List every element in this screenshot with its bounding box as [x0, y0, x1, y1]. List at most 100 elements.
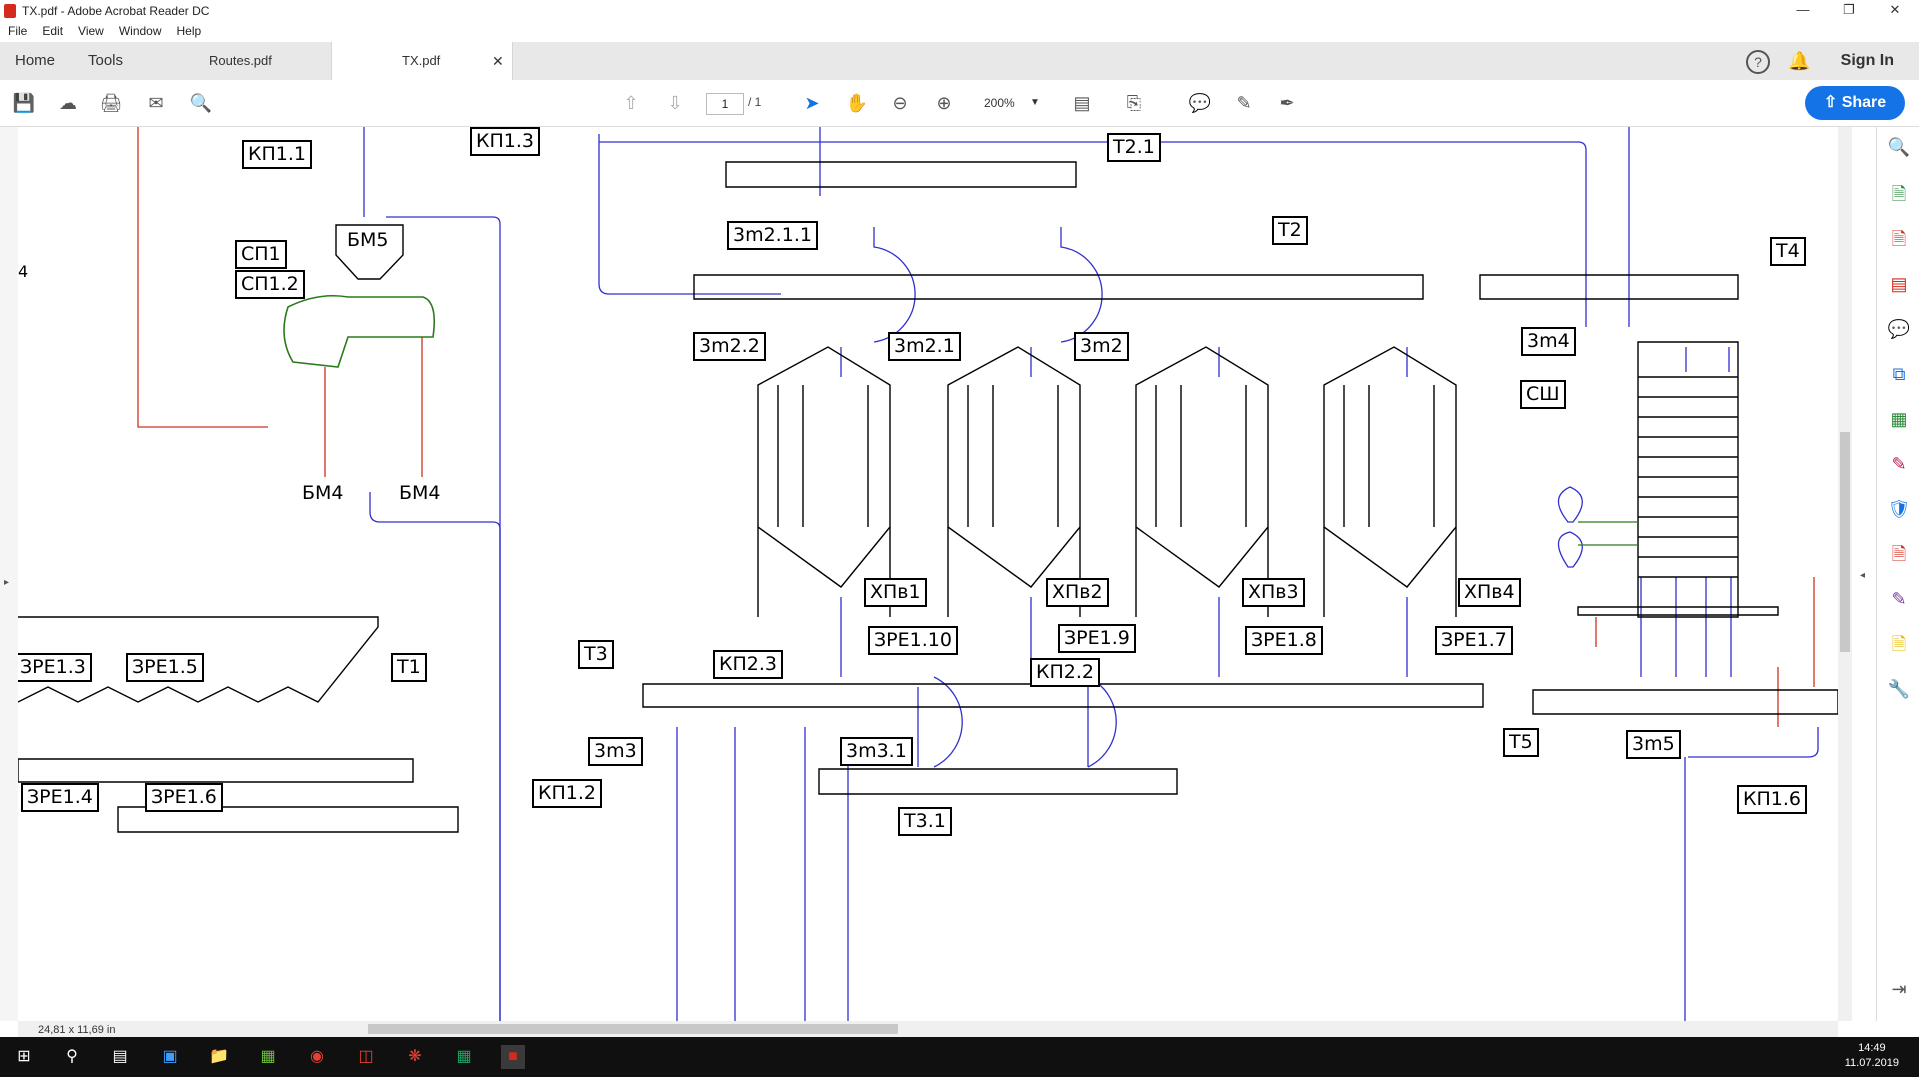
label-zm31: 3m3.1 — [840, 737, 913, 766]
app-green-icon[interactable]: ▦ — [256, 1045, 280, 1069]
label-t1: Т1 — [391, 653, 427, 682]
label-zre13: ЗРЕ1.3 — [18, 653, 92, 682]
select-cursor-icon[interactable]: ➤ — [800, 91, 824, 115]
label-zre15: ЗРЕ1.5 — [126, 653, 204, 682]
file-explorer-icon[interactable]: 📁 — [207, 1045, 231, 1069]
menu-help[interactable]: Help — [169, 22, 209, 38]
label-zm3: 3m3 — [588, 737, 643, 766]
page-fit-icon[interactable]: ▤ — [1070, 91, 1094, 115]
task-view-icon[interactable]: ▤ — [108, 1045, 132, 1069]
horizontal-scroll-thumb[interactable] — [368, 1024, 898, 1034]
label-zm2: 3m2 — [1074, 332, 1129, 361]
label-zre14: ЗРЕ1.4 — [21, 783, 99, 812]
taskbar-search-icon[interactable]: ⚲ — [60, 1045, 84, 1069]
export-pdf-icon[interactable]: 🗎 — [1887, 182, 1911, 206]
email-icon[interactable]: ✉ — [144, 91, 168, 115]
toolbar: 💾 ☁ 🖨 ✉ 🔍 ⇧ ⇩ 1 / 1 ➤ ✋ ⊖ ⊕ 200% ▼ ▤ ⎘ 💬… — [0, 80, 1919, 127]
label-hpv1: ХПв1 — [864, 578, 927, 607]
label-zm22: 3m2.2 — [693, 332, 766, 361]
vertical-scrollbar[interactable] — [1838, 127, 1852, 1021]
app-monitor-icon[interactable]: ▣ — [158, 1045, 182, 1069]
organize-pages-icon[interactable]: ▦ — [1887, 407, 1911, 431]
combine-files-icon[interactable]: ⧉ — [1887, 362, 1911, 386]
label-ssh: СШ — [1520, 380, 1566, 409]
pdf-convert-icon[interactable]: 🗎 — [1887, 542, 1911, 566]
zoom-out-icon[interactable]: ⊖ — [888, 91, 912, 115]
help-icon[interactable]: ? — [1746, 50, 1770, 74]
tab-tools[interactable]: Tools — [88, 52, 123, 69]
app-red-blue-icon[interactable]: ◫ — [354, 1045, 378, 1069]
more-tools-wrench-icon[interactable]: 🔧 — [1887, 677, 1911, 701]
save-icon[interactable]: 💾 — [12, 91, 36, 115]
menu-edit[interactable]: Edit — [34, 22, 70, 38]
print-icon[interactable]: 🖨 — [99, 91, 123, 115]
label-t3: Т3 — [578, 640, 614, 669]
label-zm5: 3m5 — [1626, 730, 1681, 759]
system-clock[interactable]: 14:49 11.07.2019 — [1845, 1041, 1899, 1071]
zoom-search-icon[interactable]: 🔍 — [1887, 135, 1911, 159]
label-bm4-left: БМ4 — [302, 482, 344, 504]
menu-window[interactable]: Window — [111, 22, 169, 38]
search-icon[interactable]: 🔍 — [189, 91, 213, 115]
create-pdf-icon[interactable]: 🗎 — [1887, 227, 1911, 251]
chevron-down-icon: ▼ — [1030, 97, 1040, 108]
label-sp1: СП1 — [235, 240, 287, 269]
chrome-icon[interactable]: ◉ — [305, 1045, 329, 1069]
hand-tool-icon[interactable]: ✋ — [845, 91, 869, 115]
document-canvas[interactable]: КП1.1 КП1.3 БМ5 СП1 СП1.2 Т2.1 3m2.1.1 Т… — [18, 127, 1838, 1021]
previous-page-icon[interactable]: ⇧ — [619, 91, 643, 115]
restore-button[interactable]: ❐ — [1826, 0, 1872, 22]
comment-icon[interactable]: 💬 — [1188, 91, 1212, 115]
page-number-input[interactable]: 1 — [706, 93, 744, 115]
minimize-button[interactable]: — — [1780, 0, 1826, 22]
zoom-level-select[interactable]: 200% ▼ — [970, 93, 1040, 113]
comment-tool-icon[interactable]: 💬 — [1887, 317, 1911, 341]
tab-routes-label: Routes.pdf — [209, 53, 272, 68]
send-signature-icon[interactable]: ✎ — [1887, 587, 1911, 611]
horizontal-scrollbar[interactable] — [18, 1021, 1838, 1037]
edit-pdf-icon[interactable]: ▤ — [1887, 272, 1911, 296]
left-panel-edge[interactable]: ▸ — [0, 127, 18, 1021]
label-t5: Т5 — [1503, 728, 1539, 757]
sign-icon[interactable]: ✒ — [1275, 91, 1299, 115]
protect-shield-icon[interactable]: 🛡 — [1887, 497, 1911, 521]
label-hpv3: ХПв3 — [1242, 578, 1305, 607]
window-title: TX.pdf - Adobe Acrobat Reader DC — [22, 4, 210, 18]
collapse-panel-icon[interactable]: ⇥ — [1887, 977, 1911, 1001]
send-review-icon[interactable]: 🗎 — [1887, 632, 1911, 656]
menu-bar: File Edit View Window Help — [0, 22, 1919, 42]
excel-icon[interactable]: ▦ — [452, 1045, 476, 1069]
vertical-scroll-thumb[interactable] — [1840, 432, 1850, 652]
label-kp13: КП1.3 — [470, 127, 540, 156]
label-sp12: СП1.2 — [235, 270, 305, 299]
label-edge-4: 4 — [18, 262, 29, 281]
highlight-pen-icon[interactable]: ✎ — [1232, 91, 1256, 115]
sign-in-button[interactable]: Sign In — [1841, 52, 1894, 70]
scroll-mode-icon[interactable]: ⎘ — [1122, 91, 1146, 115]
fill-sign-icon[interactable]: ✎ — [1887, 452, 1911, 476]
next-page-icon[interactable]: ⇩ — [663, 91, 687, 115]
expand-left-panel-icon[interactable]: ▸ — [4, 577, 9, 588]
app-red-circle-icon[interactable]: ❋ — [403, 1045, 427, 1069]
acrobat-taskbar-icon[interactable]: ■ — [501, 1045, 525, 1069]
label-bm5: БМ5 — [347, 229, 389, 251]
close-window-button[interactable]: ✕ — [1872, 0, 1918, 22]
label-zre16: ЗРЕ1.6 — [145, 783, 223, 812]
menu-view[interactable]: View — [70, 22, 111, 38]
page-size-indicator: 24,81 x 11,69 in — [38, 1024, 116, 1036]
label-zre17: ЗРЕ1.7 — [1435, 626, 1513, 655]
right-tools-panel: 🔍 🗎 🗎 ▤ 💬 ⧉ ▦ ✎ 🛡 🗎 ✎ 🗎 🔧 ⇥ — [1876, 127, 1919, 1021]
label-hpv4: ХПв4 — [1458, 578, 1521, 607]
share-button[interactable]: ⇧ Share — [1805, 86, 1905, 120]
label-zre110: ЗРЕ1.10 — [868, 626, 958, 655]
windows-start-icon[interactable]: ⊞ — [12, 1045, 36, 1069]
tab-tx-pdf[interactable]: TX.pdf ✕ — [331, 42, 513, 80]
zoom-in-icon[interactable]: ⊕ — [932, 91, 956, 115]
close-tab-icon[interactable]: ✕ — [492, 42, 504, 80]
menu-file[interactable]: File — [0, 22, 34, 38]
notification-bell-icon[interactable]: 🔔 — [1788, 51, 1810, 72]
tab-routes-pdf[interactable]: Routes.pdf — [145, 42, 330, 80]
tab-home[interactable]: Home — [15, 52, 55, 69]
collapse-right-panel-icon[interactable]: ◂ — [1860, 570, 1865, 581]
upload-cloud-icon[interactable]: ☁ — [56, 91, 80, 115]
